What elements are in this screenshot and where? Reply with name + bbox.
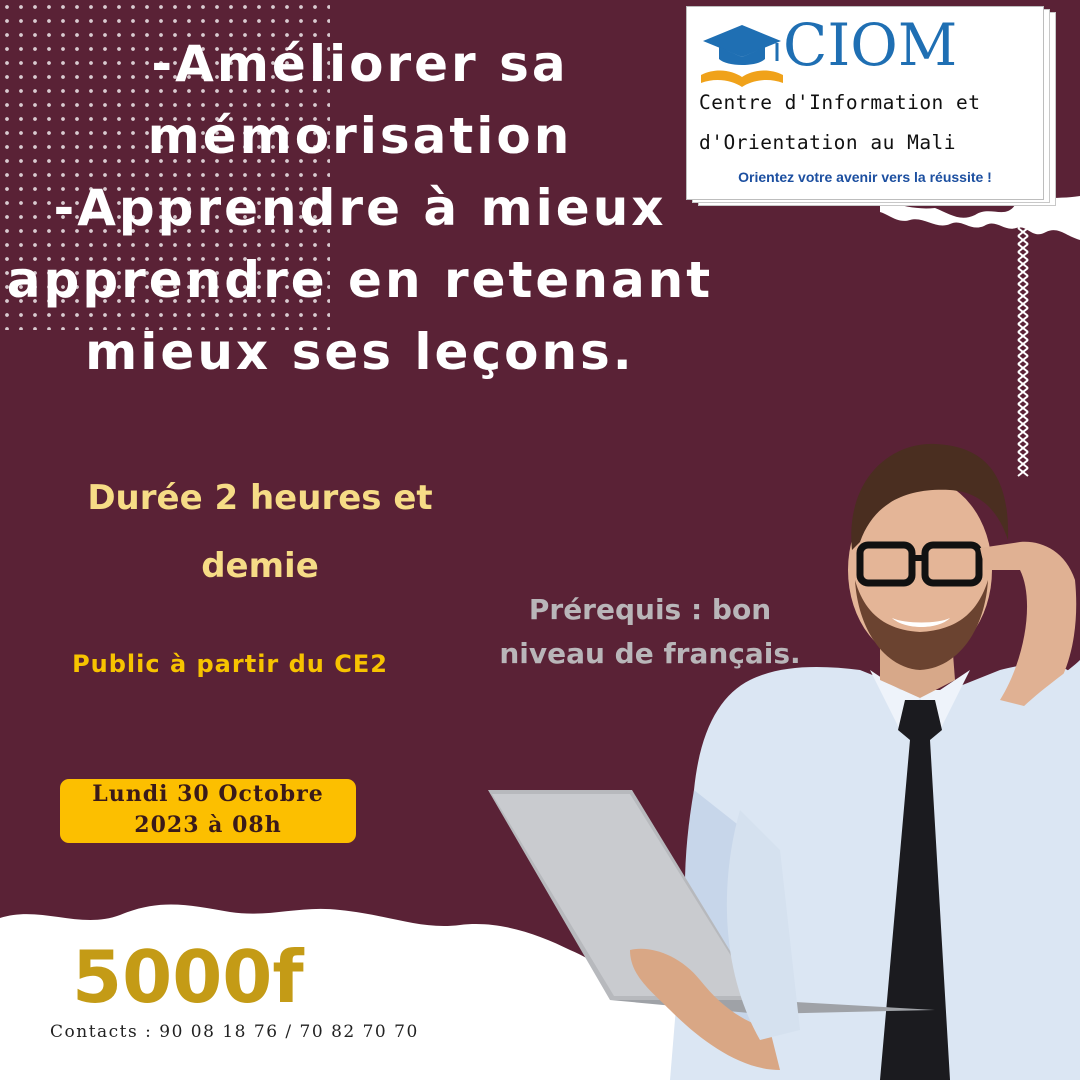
headline-line: apprendre en retenant (6, 251, 714, 309)
headline-line: mémorisation (147, 107, 573, 165)
open-book-icon (701, 70, 783, 87)
logo-subtitle-line: d'Orientation au Mali (699, 131, 957, 154)
duration-line: Durée 2 heures et (87, 478, 433, 518)
contacts: Contacts : 90 08 18 76 / 70 82 70 70 (50, 1022, 419, 1042)
headline-line: mieux ses leçons. (85, 323, 635, 381)
duration-line: demie (201, 546, 319, 586)
logo-slogan: Orientez votre avenir vers la réussite ! (738, 169, 992, 185)
date-badge: Lundi 30 Octobre 2023 à 08h (60, 779, 356, 843)
headline-line: -Améliorer sa (151, 35, 569, 93)
flyer: -Améliorer sa mémorisation -Apprendre à … (0, 0, 1080, 1080)
logo-card: CIOM Centre d'Information et d'Orientati… (686, 6, 1044, 200)
headline: -Améliorer sa mémorisation -Apprendre à … (0, 28, 720, 388)
price: 5000f (72, 935, 304, 1019)
date-line: Lundi 30 Octobre (92, 781, 324, 807)
logo-title: CIOM (783, 11, 958, 79)
duration-text: Durée 2 heures et demie (40, 464, 480, 600)
headline-line: -Apprendre à mieux (53, 179, 667, 237)
graduation-cap-icon (701, 25, 783, 87)
date-line: 2023 à 08h (134, 812, 282, 838)
ciom-logo: CIOM Centre d'Information et d'Orientati… (684, 4, 1070, 206)
logo-subtitle-line: Centre d'Information et (699, 91, 981, 114)
audience-text: Public à partir du CE2 (72, 650, 388, 678)
man-with-laptop-photo (488, 443, 1080, 1080)
